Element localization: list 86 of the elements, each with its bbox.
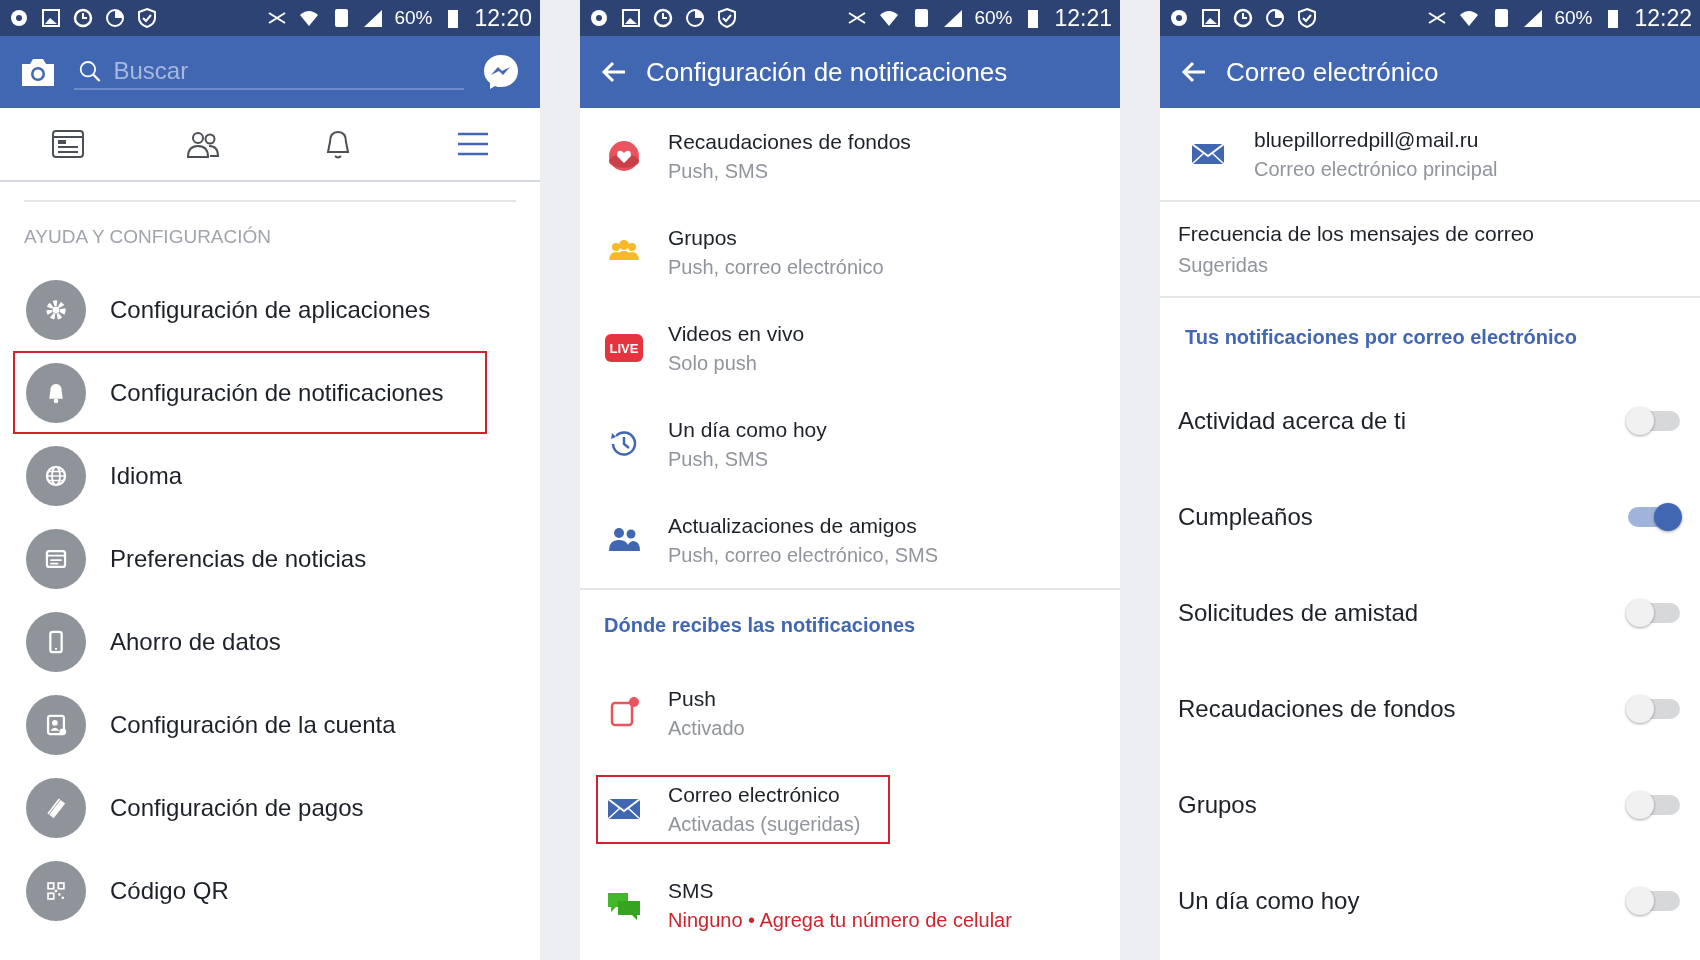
row-title: Frecuencia de los mensajes de correo — [1178, 221, 1535, 246]
toggle-label: Un día como hoy — [1178, 887, 1360, 915]
row-title: Videos en vivo — [668, 321, 805, 346]
shield-icon — [716, 7, 738, 29]
row-title: Recaudaciones de fondos — [668, 129, 911, 154]
signal-icon — [362, 7, 385, 29]
clock-icon — [1232, 7, 1254, 29]
menu-row[interactable]: Ahorro de datos — [13, 600, 487, 683]
pie-icon — [104, 7, 126, 29]
settings-row[interactable]: Grupos Push, correo electrónico — [596, 217, 914, 287]
settings-row[interactable]: LIVE Videos en vivo Solo push — [596, 313, 835, 383]
menu-label: Configuración de notificaciones — [110, 378, 444, 407]
row-subtitle: Solo push — [668, 351, 758, 375]
clock-time: 12:22 — [1634, 4, 1692, 32]
toggle-switch[interactable] — [1626, 502, 1682, 532]
row-title: Correo electrónico — [668, 782, 841, 807]
menu-row[interactable]: Configuración de aplicaciones — [13, 268, 487, 351]
search-icon — [78, 58, 102, 84]
messenger-icon[interactable] — [482, 53, 520, 91]
menu-label: Configuración de aplicaciones — [110, 295, 431, 324]
settings-row[interactable]: Un día como hoy Push, SMS — [596, 409, 857, 479]
battery-percent: 60% — [394, 7, 433, 29]
live-badge: LIVE — [605, 334, 643, 362]
row-title: Grupos — [668, 225, 738, 250]
menu-label: Idioma — [110, 461, 183, 490]
shield-icon — [136, 7, 158, 29]
image-icon — [40, 7, 62, 29]
row-subtitle: Push, SMS — [668, 447, 770, 471]
row-subtitle: Push, SMS — [668, 159, 770, 183]
shield-icon — [1296, 7, 1318, 29]
clock-time: 12:20 — [474, 4, 532, 32]
highlight-frame[interactable]: Configuración de notificaciones — [13, 351, 487, 434]
menu-row[interactable]: Configuración de pagos — [13, 766, 487, 849]
image-icon — [1200, 7, 1222, 29]
row-title: Push — [668, 686, 717, 711]
settings-row[interactable]: SMS Ninguno • Agrega tu número de celular — [596, 870, 1042, 940]
settings-row[interactable]: Recaudaciones de fondos Push, SMS — [596, 121, 941, 191]
clock-icon — [72, 7, 94, 29]
toggle-label: Grupos — [1178, 791, 1257, 819]
menu-label: Preferencias de noticias — [110, 544, 367, 573]
row-title: Actualizaciones de amigos — [668, 513, 918, 538]
highlight-frame[interactable]: Correo electrónico Activadas (sugeridas) — [596, 774, 891, 844]
menu-label: Código QR — [110, 876, 229, 905]
menu-label: Ahorro de datos — [110, 627, 281, 656]
toggle-switch[interactable] — [1626, 694, 1682, 724]
signal-icon — [942, 7, 965, 29]
row-title: Un día como hoy — [668, 417, 827, 442]
menu-label: Configuración de la cuenta — [110, 710, 396, 739]
toggle-switch[interactable] — [1626, 886, 1682, 916]
section-header: Tus notificaciones por correo electrónico — [1184, 325, 1578, 350]
email-address: bluepillorredpill@mail.ru — [1254, 127, 1480, 152]
row-subtitle: Activado — [668, 716, 745, 740]
menu-label: Configuración de pagos — [110, 793, 364, 822]
image-icon — [620, 7, 642, 29]
toggle-switch[interactable] — [1626, 406, 1682, 436]
toggle-label: Actividad acerca de ti — [1178, 407, 1407, 435]
row-title: SMS — [668, 878, 715, 903]
row-subtitle: Push, correo electrónico — [668, 255, 884, 279]
section-header: Dónde recibes las notificaciones — [603, 613, 917, 638]
pie-icon — [1264, 7, 1286, 29]
screen-title: Configuración de notificaciones — [646, 56, 1008, 88]
clock-time: 12:21 — [1054, 4, 1112, 32]
settings-row[interactable]: Actualizaciones de amigos Push, correo electrónico, SMS — [596, 505, 969, 575]
row-subtitle: Ninguno • Agrega tu número de celular — [668, 908, 1012, 932]
screen-title: Correo electrónico — [1226, 56, 1439, 88]
camera-icon[interactable] — [20, 56, 56, 88]
signal-icon — [1522, 7, 1545, 29]
menu-row[interactable]: Idioma — [13, 434, 487, 517]
menu-row[interactable]: Configuración de la cuenta — [13, 683, 487, 766]
row-value: Sugeridas — [1178, 253, 1270, 277]
row-subtitle: Push, correo electrónico, SMS — [668, 543, 939, 567]
menu-row[interactable]: Código QR — [13, 849, 487, 932]
clock-icon — [652, 7, 674, 29]
battery-percent: 60% — [974, 7, 1013, 29]
row-subtitle: Activadas (sugeridas) — [668, 812, 861, 836]
email-label: Correo electrónico principal — [1254, 157, 1498, 181]
pie-icon — [684, 7, 706, 29]
section-header: AYUDA Y CONFIGURACIÓN — [24, 226, 273, 248]
settings-row[interactable]: Push Activado — [596, 678, 775, 748]
toggle-switch[interactable] — [1626, 598, 1682, 628]
toggle-label: Solicitudes de amistad — [1178, 599, 1419, 627]
toggle-label: Recaudaciones de fondos — [1178, 695, 1456, 723]
menu-row[interactable]: Preferencias de noticias — [13, 517, 487, 600]
toggle-switch[interactable] — [1626, 790, 1682, 820]
battery-percent: 60% — [1554, 7, 1593, 29]
toggle-label: Cumpleaños — [1178, 503, 1313, 531]
